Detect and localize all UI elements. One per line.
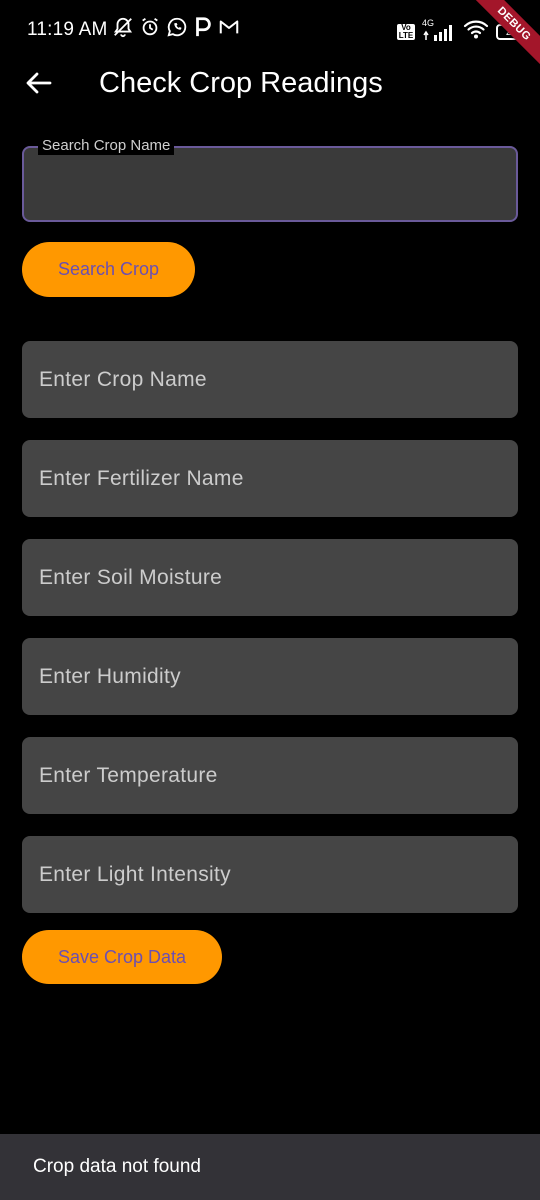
humidity-input[interactable]: [39, 638, 499, 715]
whatsapp-icon: [166, 16, 188, 38]
humidity-field[interactable]: [22, 638, 518, 715]
light-intensity-input[interactable]: [39, 836, 499, 913]
light-intensity-field[interactable]: [22, 836, 518, 913]
snackbar: Crop data not found: [0, 1134, 540, 1200]
save-crop-data-button[interactable]: Save Crop Data: [22, 930, 222, 984]
soil-moisture-field[interactable]: [22, 539, 518, 616]
alarm-icon: [139, 16, 161, 38]
mute-icon: [112, 16, 134, 38]
app-bar: Check Crop Readings: [0, 62, 540, 108]
crop-name-input[interactable]: [39, 341, 499, 418]
fertilizer-name-input[interactable]: [39, 440, 499, 517]
search-crop-button[interactable]: Search Crop: [22, 242, 195, 297]
temperature-input[interactable]: [39, 737, 499, 814]
search-input[interactable]: [38, 166, 498, 204]
search-field[interactable]: [22, 146, 518, 222]
crop-name-field[interactable]: [22, 341, 518, 418]
back-button[interactable]: [22, 70, 56, 100]
wifi-icon: [463, 18, 489, 45]
search-label: Search Crop Name: [38, 137, 175, 155]
notification-icons: [112, 16, 240, 38]
temperature-field[interactable]: [22, 737, 518, 814]
status-bar: 11:19 AM Vo LTE 4G: [0, 0, 540, 62]
soil-moisture-input[interactable]: [39, 539, 499, 616]
page-title: Check Crop Readings: [99, 67, 383, 99]
arrow-left-icon: [26, 72, 52, 99]
fertilizer-name-field[interactable]: [22, 440, 518, 517]
volte-icon: Vo LTE: [397, 22, 415, 40]
screen: 11:19 AM Vo LTE 4G DEBUG Check Crop Read…: [0, 0, 540, 1200]
gmail-icon: [218, 17, 240, 37]
status-time: 11:19 AM: [27, 19, 108, 40]
snackbar-message: Crop data not found: [33, 1156, 201, 1177]
signal-icon: 4G: [422, 18, 456, 43]
p-app-icon: [193, 16, 213, 38]
